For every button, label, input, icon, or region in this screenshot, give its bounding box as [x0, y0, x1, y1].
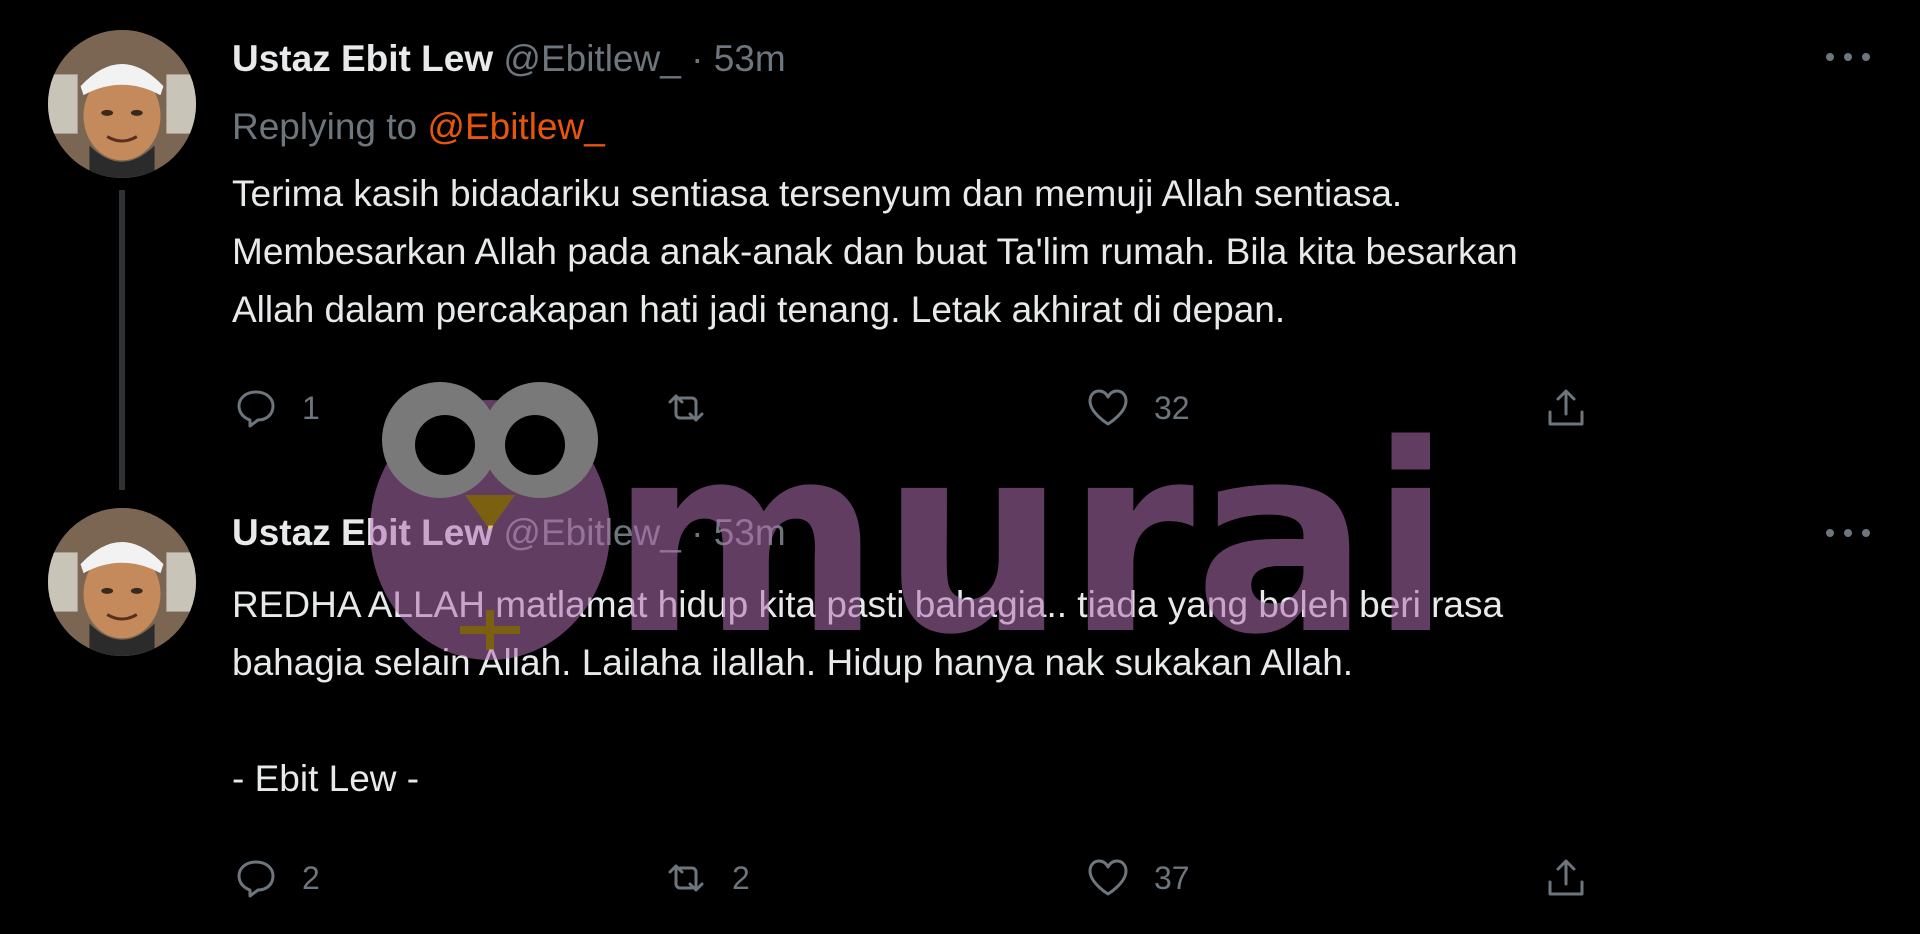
- like-icon: [1088, 859, 1128, 896]
- tweet-text: REDHA ALLAH matlamat hidup kita pasti ba…: [232, 576, 1812, 808]
- tweet-header: Ustaz Ebit Lew @Ebitlew_ · 53m: [232, 512, 786, 554]
- reply-icon: [237, 390, 275, 428]
- tweet-text-line: Terima kasih bidadariku sentiasa terseny…: [232, 173, 1403, 214]
- retweet-count: 2: [732, 859, 750, 896]
- tweet-signature: - Ebit Lew -: [232, 758, 420, 799]
- separator-dot: ·: [691, 512, 704, 553]
- reply-icon: [237, 860, 275, 898]
- retweet-icon: [668, 394, 704, 422]
- tweet-text-line: REDHA ALLAH matlamat hidup kita pasti ba…: [232, 584, 1504, 625]
- reply-count: 2: [302, 859, 320, 896]
- author-handle[interactable]: @Ebitlew_: [503, 512, 680, 553]
- retweet-icon: [668, 864, 704, 892]
- tweet-actions: 2 2 37: [232, 852, 1632, 904]
- share-icon: [1548, 859, 1584, 896]
- replying-to-mention[interactable]: @Ebitlew_: [427, 106, 604, 147]
- reply-button[interactable]: 1: [232, 382, 320, 434]
- timestamp[interactable]: 53m: [714, 512, 786, 553]
- share-icon: [1548, 389, 1584, 426]
- more-icon[interactable]: [1820, 518, 1876, 548]
- like-count: 32: [1154, 389, 1190, 426]
- share-button[interactable]: [1542, 382, 1590, 434]
- author-name[interactable]: Ustaz Ebit Lew: [232, 512, 493, 553]
- reply-button[interactable]: 2: [232, 852, 320, 904]
- avatar[interactable]: [48, 508, 196, 656]
- replying-to-label: Replying to: [232, 106, 418, 147]
- more-icon[interactable]: [1820, 42, 1876, 72]
- replying-to: Replying to @Ebitlew_: [232, 106, 605, 148]
- tweet-text: Terima kasih bidadariku sentiasa terseny…: [232, 165, 1812, 339]
- like-button[interactable]: 37: [1084, 852, 1190, 904]
- tweet-actions: 1 32: [232, 382, 1632, 434]
- tweet-2[interactable]: Ustaz Ebit Lew @Ebitlew_ · 53m REDHA ALL…: [0, 450, 1920, 934]
- timestamp[interactable]: 53m: [714, 38, 786, 79]
- tweet-1[interactable]: Ustaz Ebit Lew @Ebitlew_ · 53m Replying …: [0, 0, 1920, 450]
- tweet-text-line: bahagia selain Allah. Lailaha ilallah. H…: [232, 642, 1354, 683]
- retweet-button[interactable]: 2: [662, 852, 750, 904]
- tweet-text-line: [232, 692, 1812, 750]
- like-button[interactable]: 32: [1084, 382, 1190, 434]
- share-button[interactable]: [1542, 852, 1590, 904]
- author-handle[interactable]: @Ebitlew_: [503, 38, 680, 79]
- separator-dot: ·: [691, 38, 704, 79]
- avatar[interactable]: [48, 30, 196, 178]
- tweet-text-line: Allah dalam percakapan hati jadi tenang.…: [232, 289, 1286, 330]
- reply-count: 1: [302, 389, 320, 426]
- like-icon: [1088, 389, 1128, 426]
- retweet-button[interactable]: [662, 382, 732, 434]
- like-count: 37: [1154, 859, 1190, 896]
- author-name[interactable]: Ustaz Ebit Lew: [232, 38, 493, 79]
- tweet-header: Ustaz Ebit Lew @Ebitlew_ · 53m: [232, 38, 786, 80]
- tweet-text-line: Membesarkan Allah pada anak-anak dan bua…: [232, 231, 1518, 272]
